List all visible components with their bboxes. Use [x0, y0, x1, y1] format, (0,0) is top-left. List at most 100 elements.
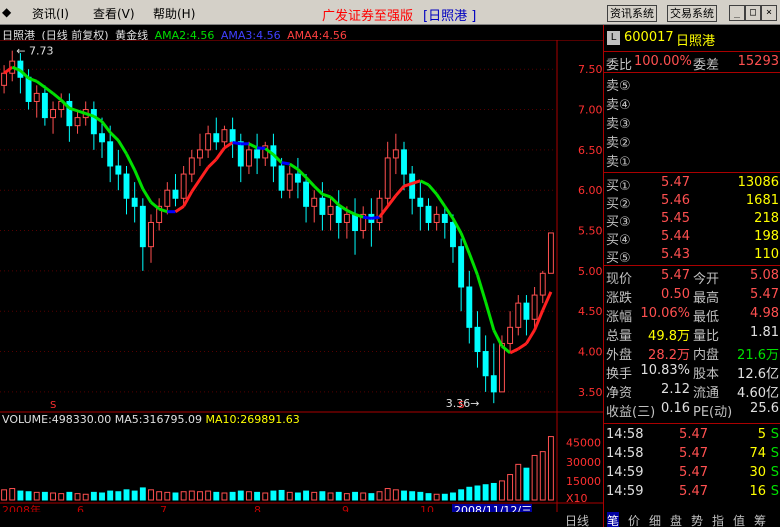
volume-bar	[33, 491, 40, 501]
volume-bar	[352, 491, 358, 501]
candle-body	[188, 157, 195, 175]
candle-body	[458, 246, 465, 288]
info-system-button[interactable]: 资讯系统	[607, 5, 657, 22]
buy-level-label: 买④	[606, 233, 631, 248]
quote-value: 4.60亿	[737, 386, 779, 401]
quote-value: 10.06%	[640, 306, 690, 321]
price-tick-label: 6.50	[578, 144, 603, 157]
ama-line-segment	[467, 252, 479, 276]
ma5-value: MA5:316795.09	[114, 413, 202, 426]
tick-flag: S	[770, 465, 779, 480]
quote-value: 5.08	[750, 268, 779, 283]
quote-value: 4.98	[750, 306, 779, 321]
volume-bar	[523, 467, 530, 501]
weibi-row: 委比 100.00% 委差 15293	[604, 54, 780, 73]
weibi-label: 委比	[606, 58, 633, 73]
ama-line-segment	[117, 139, 128, 155]
level-badge-icon: L	[607, 31, 620, 45]
tab-4[interactable]: 势	[691, 512, 703, 527]
tick-row: 14:58 5.47 5 S	[604, 427, 780, 444]
ama-line-segment	[484, 301, 496, 331]
candle-body	[99, 133, 105, 143]
volume-bar	[262, 492, 269, 501]
bottom-tabs: 日线 笔价细盘势指值筹	[565, 512, 780, 527]
candle-body	[417, 197, 424, 207]
kline-chart[interactable]: 7.50 7.00 6.50 6.00 5.50 5.00 4.50 4.00 3.50 ← 7…	[0, 40, 603, 512]
volume-bar	[197, 491, 203, 501]
x-axis-label: 10	[420, 504, 434, 512]
tab-daily[interactable]: 日线	[565, 512, 589, 527]
tab-0[interactable]: 笔	[607, 512, 620, 527]
volume-bar	[515, 463, 522, 501]
ama-line-segment	[248, 142, 258, 150]
buy-price: 5.47	[661, 175, 690, 190]
candle-body	[490, 375, 497, 393]
quote-label: 内盘	[693, 348, 720, 363]
trade-system-button[interactable]: 交易系统	[667, 5, 717, 22]
tick-volume: 30	[749, 465, 766, 480]
quote-row: 现价 5.47 今开 5.08	[604, 268, 780, 287]
ama-line-segment	[100, 120, 112, 134]
quote-value: 12.6亿	[737, 367, 779, 382]
volume-bar	[270, 490, 277, 501]
sell-level-label: 卖②	[606, 136, 631, 151]
tab-5[interactable]: 指	[712, 512, 724, 527]
tick-volume: 16	[749, 484, 766, 499]
tick-volume: 74	[749, 446, 766, 461]
quote-row: 涨跌 0.50 最高 5.47	[604, 287, 780, 306]
candle-body	[50, 109, 56, 119]
tick-time: 14:58	[606, 446, 644, 461]
buy-volume: 110	[754, 247, 779, 262]
app-stock-name: [日照港 ]	[423, 9, 477, 24]
quote-label: 最低	[693, 310, 720, 325]
ama-line-segment	[52, 92, 63, 102]
quote-value: 10.83%	[640, 363, 690, 378]
ama-line-segment	[190, 178, 202, 193]
ama-line-segment	[394, 185, 406, 197]
volume-bar	[409, 491, 416, 501]
volume-tick-label: 15000	[566, 475, 601, 488]
quote-value: 0.16	[661, 401, 690, 416]
ama-line-segment	[525, 329, 536, 345]
volume-bar	[335, 491, 342, 501]
stock-code: 600017	[624, 30, 674, 45]
tab-3[interactable]: 盘	[670, 512, 682, 527]
tab-7[interactable]: 筹	[754, 512, 766, 527]
separator	[604, 172, 780, 173]
menu-bar: ◆ 资讯(I) 查看(V) 帮助(H) 广发证券至强版 [日照港 ] 资讯系统 …	[0, 0, 780, 25]
menu-info[interactable]: 资讯(I)	[32, 5, 69, 22]
quote-value: 2.12	[661, 382, 690, 397]
buy-row: 买④ 5.44 198	[604, 229, 780, 248]
quote-label: 净资	[606, 386, 633, 401]
menu-help[interactable]: 帮助(H)	[153, 5, 195, 22]
tab-2[interactable]: 细	[649, 512, 661, 527]
ama-line-segment	[281, 161, 290, 166]
ama-line-segment	[492, 329, 504, 347]
buy-price: 5.44	[661, 229, 690, 244]
candle-body	[523, 302, 530, 320]
stock-panel-name: 日照港	[676, 34, 716, 49]
menu-view[interactable]: 查看(V)	[93, 5, 135, 22]
tab-1[interactable]: 价	[628, 512, 640, 527]
volume-bar	[107, 490, 114, 501]
minimize-icon[interactable]: _	[729, 5, 745, 21]
separator	[604, 423, 780, 424]
volume-bar	[205, 490, 212, 501]
maximize-icon[interactable]: □	[745, 5, 761, 21]
tab-6[interactable]: 值	[733, 512, 745, 527]
ama-line-segment	[435, 193, 447, 208]
volume-bar	[384, 488, 391, 501]
candle-body	[1, 72, 8, 86]
ama-line-segment	[321, 192, 332, 199]
volume-title: VOLUME:498330.00 MA5:316795.09 MA10:2698…	[2, 413, 300, 426]
close-icon[interactable]: ×	[761, 5, 777, 21]
candle-body	[327, 205, 334, 215]
quote-value: 25.6	[750, 401, 779, 416]
quote-label: 涨跌	[606, 291, 633, 306]
candle-body	[531, 294, 538, 320]
app-title: 广发证券至强版	[322, 9, 414, 24]
volume-bar	[499, 480, 505, 501]
volume-bar	[392, 489, 399, 501]
candle-body	[139, 205, 146, 248]
candle-body	[115, 165, 122, 175]
